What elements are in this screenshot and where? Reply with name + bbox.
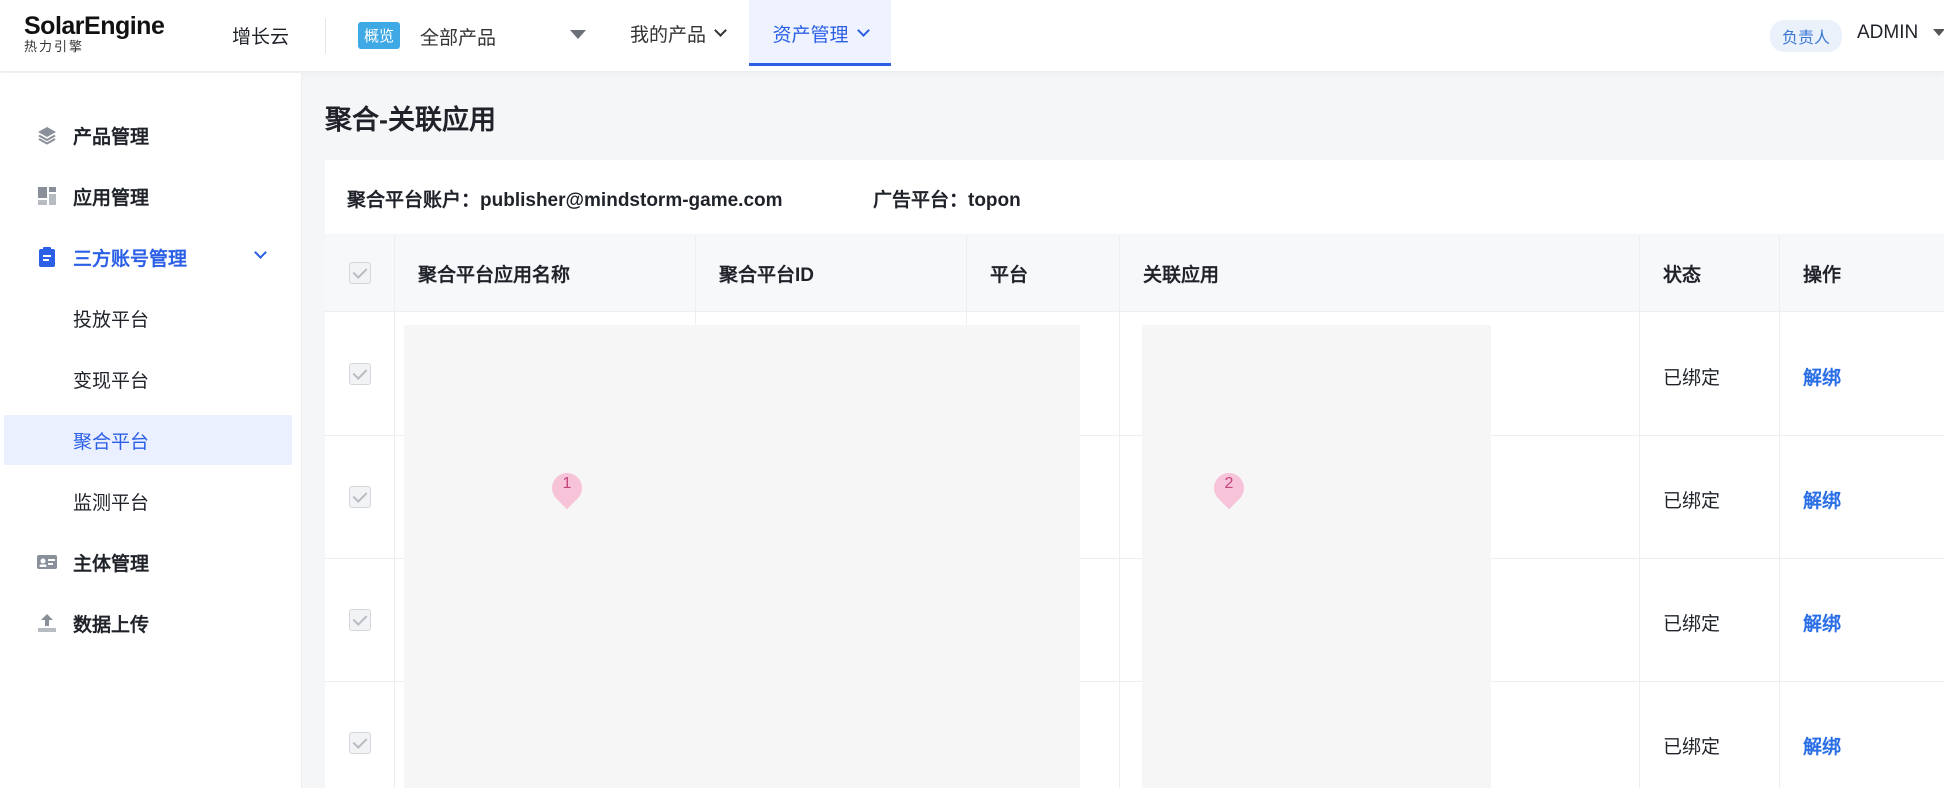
unbind-link[interactable]: 解绑: [1803, 363, 1841, 390]
upload-icon: [38, 614, 56, 632]
caret-down-icon: [570, 30, 586, 39]
sidebar-item-monetization-platform[interactable]: 变现平台: [0, 354, 302, 404]
sidebar-item-label: 变现平台: [73, 370, 150, 392]
sidebar-item-mediation-platform[interactable]: 聚合平台: [4, 415, 292, 465]
top-nav-bar: SolarEngine 热力引擎 增长云 概览 全部产品 我的产品 资产管理 负…: [0, 0, 1944, 72]
sidebar-item-monitoring-platform[interactable]: 监测平台: [0, 476, 302, 526]
sidebar-item-ad-platform[interactable]: 投放平台: [0, 293, 302, 343]
layers-icon: [38, 127, 56, 145]
unbind-link[interactable]: 解绑: [1803, 732, 1841, 759]
row-checkbox[interactable]: [349, 732, 371, 754]
nav-my-products[interactable]: 我的产品: [630, 0, 727, 66]
sidebar-item-label: 主体管理: [73, 553, 150, 575]
nav-my-products-label: 我的产品: [630, 24, 707, 46]
overview-tag: 概览: [358, 22, 401, 49]
chevron-down-icon: [714, 23, 727, 37]
filter-bar: 聚合平台账户：publisher@mindstorm-game.com 广告平台…: [325, 160, 1944, 234]
id-card-icon: [37, 555, 57, 569]
status-badge: 已绑定: [1663, 737, 1721, 758]
chevron-down-icon: [856, 23, 870, 37]
row-checkbox[interactable]: [349, 363, 371, 385]
marker-label: 2: [1224, 475, 1234, 492]
sidebar-item-label: 监测平台: [73, 492, 150, 514]
unbind-link[interactable]: 解绑: [1803, 486, 1841, 513]
product-select[interactable]: 概览 全部产品: [358, 20, 586, 50]
header-divider: [325, 18, 326, 54]
row-checkbox[interactable]: [349, 486, 371, 508]
chevron-down-icon: [254, 246, 267, 259]
sidebar-item-label: 应用管理: [73, 187, 150, 209]
mediation-account-info: 聚合平台账户：publisher@mindstorm-game.com: [347, 190, 783, 211]
sidebar-item-data-upload[interactable]: 数据上传: [0, 598, 302, 648]
status-badge: 已绑定: [1663, 491, 1721, 512]
table-header: 聚合平台应用名称 聚合平台ID 平台 关联应用 状态 操作: [325, 235, 1944, 312]
nav-asset-management-label: 资产管理: [772, 24, 849, 46]
active-nav-underline: [749, 63, 891, 66]
sidebar-item-third-party-accounts[interactable]: 三方账号管理: [0, 232, 302, 282]
column-header-actions: 操作: [1803, 265, 1842, 286]
logo-subtitle: 热力引擎: [24, 39, 85, 54]
sidebar-item-label: 投放平台: [73, 309, 150, 331]
user-menu-caret-icon[interactable]: [1933, 29, 1944, 36]
column-header-platform[interactable]: 平台: [990, 235, 1028, 312]
app-name[interactable]: 增长云: [232, 22, 289, 49]
sidebar-item-app-management[interactable]: 应用管理: [0, 171, 302, 221]
sidebar-item-label: 数据上传: [73, 614, 150, 636]
status-badge: 已绑定: [1663, 368, 1721, 389]
user-menu[interactable]: ADMIN: [1857, 22, 1918, 44]
solarengine-logo[interactable]: SolarEngine 热力引擎: [24, 12, 165, 54]
sidebar-item-label: 聚合平台: [73, 431, 150, 453]
status-badge: 已绑定: [1663, 614, 1721, 635]
unbind-link[interactable]: 解绑: [1803, 609, 1841, 636]
clipboard-icon: [39, 247, 55, 267]
product-select-value: 全部产品: [420, 28, 497, 49]
marker-label: 1: [562, 475, 572, 492]
page-title: 聚合-关联应用: [325, 105, 496, 135]
column-header-linked-app[interactable]: 关联应用: [1143, 235, 1219, 312]
logo-wordmark: SolarEngine: [24, 12, 165, 40]
row-checkbox[interactable]: [349, 609, 371, 631]
select-all-checkbox[interactable]: [349, 262, 371, 284]
sidebar-item-product-management[interactable]: 产品管理: [0, 110, 302, 160]
column-header-platform-id[interactable]: 聚合平台ID: [719, 235, 814, 312]
column-header-app-name[interactable]: 聚合平台应用名称: [418, 235, 570, 312]
sidebar-item-label: 三方账号管理: [73, 248, 188, 270]
redacted-region: [1142, 325, 1491, 788]
sidebar: 产品管理 应用管理 三方账号管理 投放平台 变现平台 聚合平台 监测平台 主体管…: [0, 73, 302, 788]
role-badge: 负责人: [1770, 20, 1843, 52]
sidebar-item-label: 产品管理: [73, 126, 150, 148]
nav-asset-management[interactable]: 资产管理: [749, 0, 891, 66]
grid-icon: [38, 187, 56, 205]
redacted-region: [404, 325, 1080, 788]
linked-apps-table: 聚合平台应用名称 聚合平台ID 平台 关联应用 状态 操作 已绑定 解绑 已绑定…: [325, 235, 1944, 788]
sidebar-item-entity-management[interactable]: 主体管理: [0, 537, 302, 587]
column-header-status[interactable]: 状态: [1663, 235, 1701, 312]
ad-platform-info: 广告平台：topon: [873, 190, 1021, 211]
